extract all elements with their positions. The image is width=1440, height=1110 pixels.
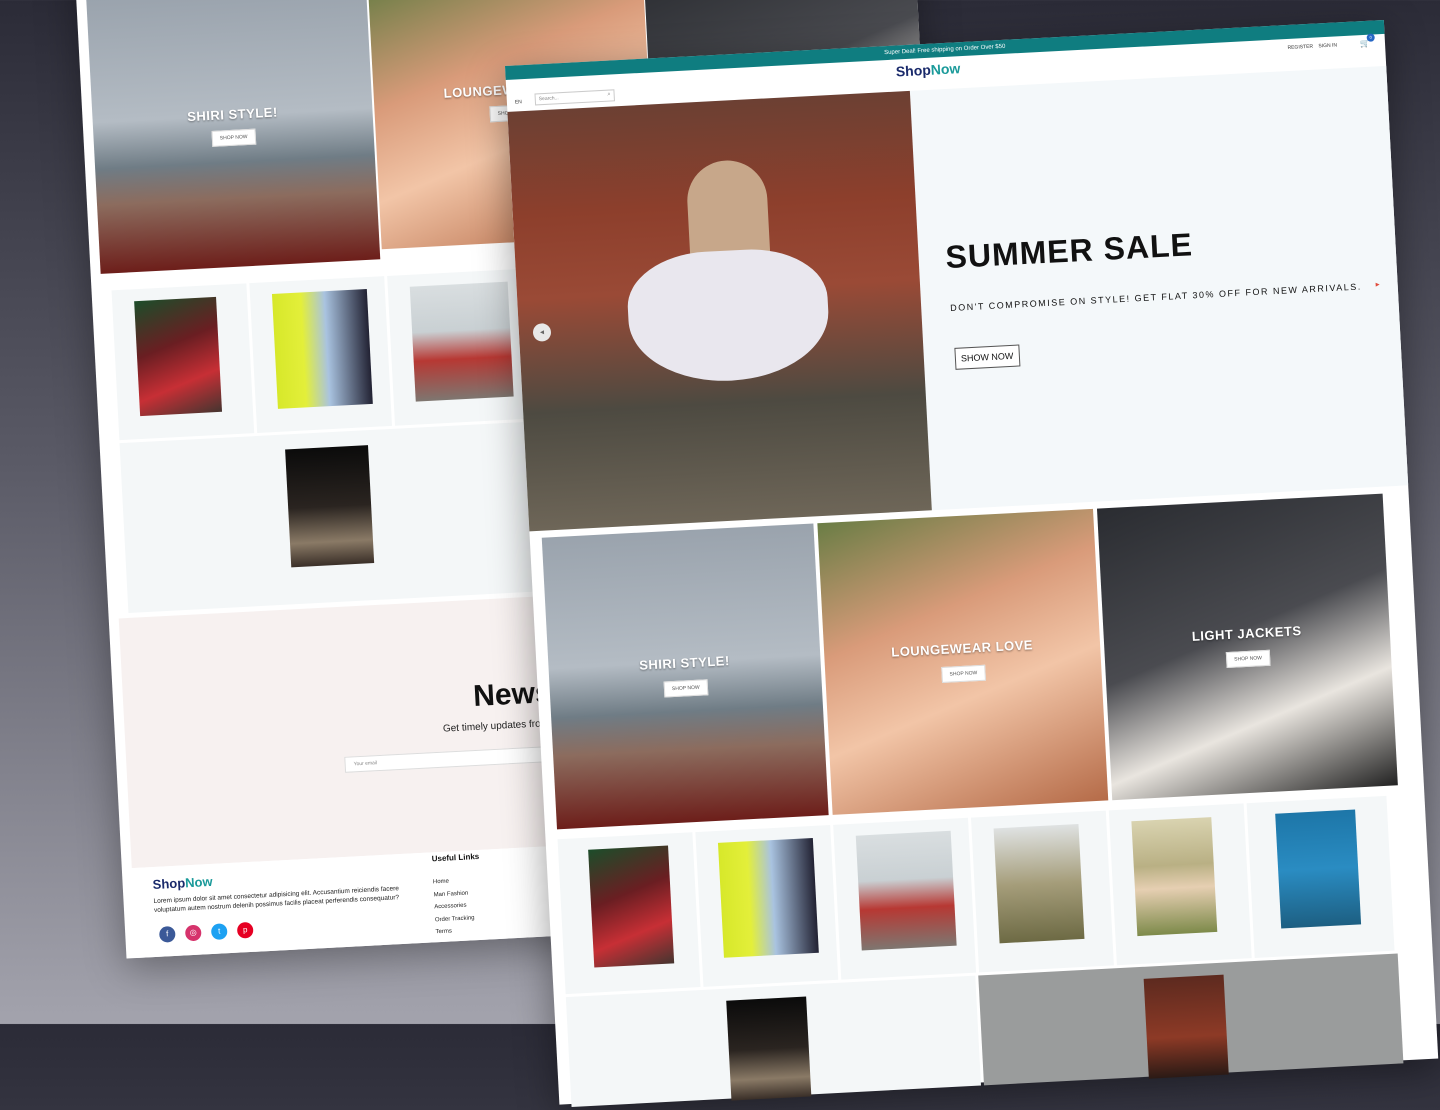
product-tile[interactable] bbox=[970, 810, 1114, 973]
hero-image bbox=[507, 90, 932, 532]
product-image[interactable] bbox=[1275, 809, 1362, 929]
product-tile[interactable] bbox=[557, 832, 701, 995]
category-card-loungewear-love[interactable]: LOUNGEWEAR LOVE SHOP NOW bbox=[817, 508, 1109, 815]
instagram-icon[interactable]: ◎ bbox=[184, 924, 202, 942]
shop-now-button[interactable]: SHOP NOW bbox=[941, 664, 986, 683]
product-image[interactable] bbox=[1131, 817, 1218, 937]
shop-now-button[interactable]: SHOP NOW bbox=[1225, 649, 1271, 669]
product-tile[interactable] bbox=[111, 283, 255, 441]
product-tile[interactable] bbox=[119, 421, 548, 613]
product-image[interactable] bbox=[134, 296, 223, 417]
facebook-icon[interactable]: f bbox=[158, 925, 176, 943]
product-image[interactable] bbox=[285, 445, 375, 568]
category-title: SHIRI STYLE! bbox=[186, 104, 279, 125]
category-card-light-jackets[interactable]: LIGHT JACKETS SHOP NOW bbox=[1096, 493, 1398, 801]
hero-subtitle: DON'T COMPROMISE ON STYLE! GET FLAT 30% … bbox=[950, 281, 1362, 314]
product-tile[interactable] bbox=[249, 276, 393, 433]
twitter-icon[interactable]: t bbox=[210, 923, 228, 941]
footer-logo[interactable]: ShopNow bbox=[152, 874, 213, 892]
hero-figure-dress bbox=[625, 245, 832, 386]
footer-link-terms[interactable]: Terms bbox=[435, 924, 475, 939]
pinterest-icon[interactable]: p bbox=[236, 921, 254, 939]
cart-badge: 0 bbox=[1366, 33, 1375, 42]
product-tile[interactable] bbox=[695, 825, 839, 987]
useful-links-title: Useful Links bbox=[431, 851, 480, 864]
product-image[interactable] bbox=[855, 830, 957, 951]
product-image[interactable] bbox=[1143, 974, 1229, 1079]
product-tile[interactable] bbox=[387, 268, 530, 426]
useful-links-list: Home Man Fashion Accessories Order Track… bbox=[433, 874, 476, 938]
product-image[interactable] bbox=[409, 281, 514, 402]
category-card-shiri-style[interactable]: SHIRI STYLE! SHOP NOW bbox=[541, 523, 829, 830]
hero-slider: ◂ ▸ SUMMER SALE DON'T COMPROMISE ON STYL… bbox=[507, 65, 1409, 532]
footer-link-order-tracking[interactable]: Order Tracking bbox=[435, 912, 475, 927]
search-placeholder: Search... bbox=[538, 95, 559, 103]
shop-now-button[interactable]: SHOP NOW bbox=[663, 679, 709, 698]
slider-next-button[interactable]: ▸ bbox=[1375, 280, 1379, 289]
register-link[interactable]: REGISTER bbox=[1287, 44, 1313, 51]
product-image[interactable] bbox=[588, 845, 675, 968]
site-logo[interactable]: ShopNow bbox=[895, 60, 960, 79]
search-icon[interactable]: ⌕ bbox=[607, 92, 611, 99]
hero-title: SUMMER SALE bbox=[944, 226, 1194, 276]
show-now-button[interactable]: SHOW NOW bbox=[954, 344, 1020, 370]
product-image[interactable] bbox=[271, 289, 373, 409]
product-tile[interactable] bbox=[1246, 795, 1395, 958]
category-title: LOUNGEWEAR LOVE bbox=[890, 637, 1034, 660]
footer-link-man-fashion[interactable]: Man Fashion bbox=[433, 887, 473, 902]
category-card-shiri-style[interactable]: SHIRI STYLE! SHOP NOW bbox=[86, 0, 381, 274]
product-tile[interactable] bbox=[1108, 803, 1252, 966]
cart-icon[interactable]: 🛒 0 bbox=[1360, 33, 1375, 48]
product-tile[interactable] bbox=[565, 975, 982, 1107]
product-image[interactable] bbox=[726, 996, 812, 1101]
social-links: f ◎ t p bbox=[158, 921, 254, 943]
foreground-page: Super Deal! Free shipping on Order Over … bbox=[505, 19, 1439, 1107]
product-tile[interactable] bbox=[833, 817, 977, 980]
category-title: LIGHT JACKETS bbox=[1191, 623, 1302, 644]
product-image[interactable] bbox=[717, 837, 819, 958]
product-tile[interactable] bbox=[978, 953, 1404, 1086]
category-title: SHIRI STYLE! bbox=[638, 653, 731, 673]
language-selector[interactable]: EN bbox=[515, 99, 522, 105]
signin-link[interactable]: SIGN IN bbox=[1318, 42, 1337, 49]
product-image[interactable] bbox=[993, 824, 1085, 944]
search-input[interactable]: Search... ⌕ bbox=[534, 89, 615, 106]
shop-now-button[interactable]: SHOP NOW bbox=[211, 128, 256, 147]
